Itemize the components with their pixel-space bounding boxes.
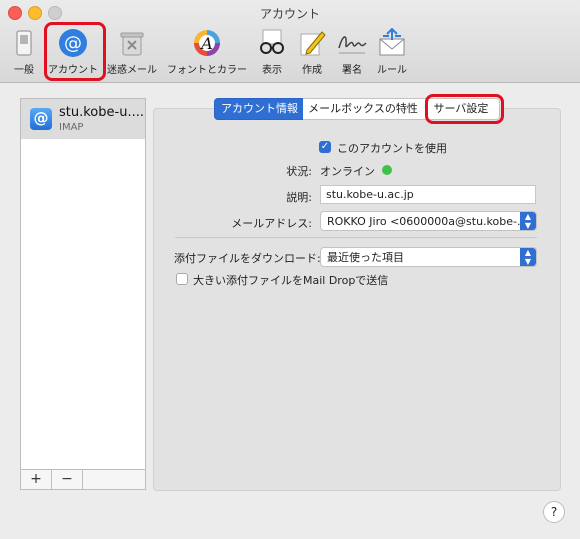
email-address-label: メールアドレス: [231, 217, 312, 230]
toolbar-fonts-colors-label: フォントとカラー [167, 65, 247, 76]
description-field[interactable]: stu.kobe-u.ac.jp [320, 185, 536, 204]
mail-drop-label: 大きい添付ファイルをMail Dropで送信 [193, 274, 389, 287]
toolbar-composing-label: 作成 [302, 65, 322, 76]
status-label: 状況: [286, 165, 312, 178]
toolbar-rules-label: ルール [377, 65, 407, 76]
server-settings-highlight-box [425, 94, 504, 124]
glasses-icon [260, 29, 284, 54]
account-name: stu.kobe-u.... [59, 105, 144, 120]
email-address-value: ROKKO Jiro <0600000a@stu.kobe-... [327, 215, 528, 228]
toolbar-composing[interactable]: 作成 [294, 26, 330, 78]
mail-drop-checkbox[interactable] [176, 273, 188, 285]
preferences-window: アカウント 一般 @ アカウント 迷惑メール A フォントとカラー 表示 作成 … [0, 0, 580, 539]
separator [175, 237, 537, 238]
download-attachments-value: 最近使った項目 [327, 251, 404, 264]
signature-icon [338, 36, 367, 54]
accounts-highlight-box [44, 22, 106, 81]
description-label: 説明: [286, 191, 312, 204]
toolbar-viewing-label: 表示 [262, 65, 282, 76]
font-color-icon: A [194, 30, 220, 56]
tab-account-info[interactable]: アカウント情報 [214, 98, 305, 120]
toolbar-signatures[interactable]: 署名 [334, 26, 370, 78]
toolbar-signatures-label: 署名 [342, 65, 362, 76]
tab-mailbox-behaviors[interactable]: メールボックスの特性 [303, 98, 424, 120]
toolbar-general[interactable]: 一般 [6, 26, 42, 78]
toolbar-junk-label: 迷惑メール [107, 65, 157, 76]
email-address-popup[interactable]: ROKKO Jiro <0600000a@stu.kobe-... ▲ ▼ [320, 211, 537, 231]
pencil-icon [300, 31, 326, 56]
download-attachments-label: 添付ファイルをダウンロード: [174, 252, 321, 265]
toolbar: アカウント 一般 @ アカウント 迷惑メール A フォントとカラー 表示 作成 … [0, 0, 580, 83]
toolbar-junk[interactable]: 迷惑メール [104, 26, 160, 78]
help-button[interactable]: ? [543, 501, 565, 523]
toolbar-general-label: 一般 [14, 65, 34, 76]
chevron-updown-icon: ▲ ▼ [520, 248, 536, 266]
chevron-updown-icon: ▲ ▼ [520, 212, 536, 230]
remove-account-button[interactable]: − [52, 470, 83, 489]
envelope-arrows-icon [379, 28, 405, 56]
online-status-indicator [382, 165, 392, 175]
toolbar-fonts-colors[interactable]: A フォントとカラー [164, 26, 250, 78]
window-title: アカウント [259, 7, 320, 21]
account-list-controls: + − [21, 469, 145, 489]
svg-text:A: A [199, 34, 213, 53]
account-row[interactable]: @ stu.kobe-u.... IMAP [21, 99, 145, 139]
account-type: IMAP [59, 122, 84, 133]
toolbar-rules[interactable]: ルール [372, 26, 412, 78]
switch-icon [16, 30, 32, 56]
status-value: オンライン [320, 165, 375, 178]
add-account-button[interactable]: + [21, 470, 52, 489]
enable-account-checkbox[interactable]: ✓ [319, 141, 331, 153]
enable-account-label: このアカウントを使用 [337, 142, 447, 155]
trash-icon [120, 32, 144, 56]
account-list[interactable]: @ stu.kobe-u.... IMAP + − [20, 98, 146, 490]
download-attachments-popup[interactable]: 最近使った項目 ▲ ▼ [320, 247, 537, 267]
at-sign-icon: @ [30, 108, 52, 130]
toolbar-viewing[interactable]: 表示 [254, 26, 290, 78]
